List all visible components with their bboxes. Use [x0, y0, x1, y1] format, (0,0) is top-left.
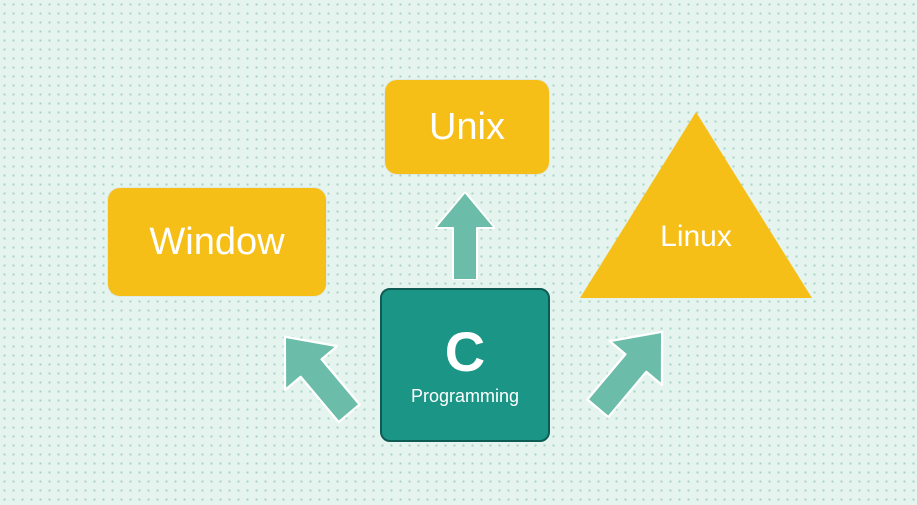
- center-subtitle: Programming: [411, 386, 519, 407]
- node-linux-label: Linux: [580, 220, 812, 254]
- node-window: Window: [108, 188, 326, 296]
- arrow-up-icon: [435, 192, 495, 280]
- node-center: C Programming: [380, 288, 550, 442]
- node-unix: Unix: [385, 80, 549, 174]
- node-window-label: Window: [149, 221, 284, 264]
- center-title: C: [445, 324, 485, 380]
- arrow-left-icon: [267, 325, 367, 425]
- node-unix-label: Unix: [429, 106, 505, 149]
- node-linux: Linux: [580, 112, 812, 298]
- arrow-right-icon: [580, 320, 680, 420]
